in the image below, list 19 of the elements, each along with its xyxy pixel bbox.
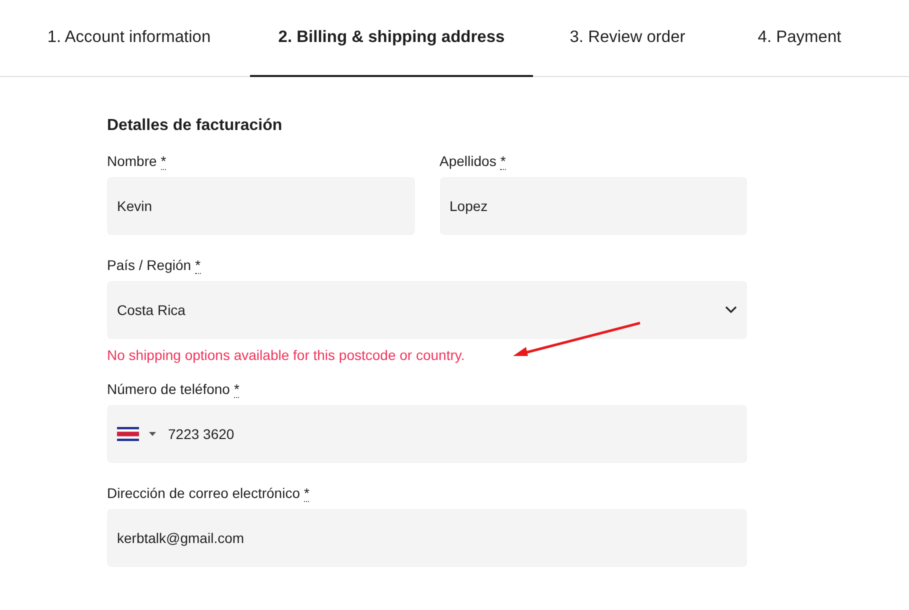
flag-icon [117,427,139,441]
error-message: No shipping options available for this postcode or country. [107,347,466,363]
step-tab[interactable]: 2. Billing & shipping address [250,0,533,77]
phone-field[interactable]: 7223 3620 [107,405,747,463]
field-label: Apellidos * [440,153,507,169]
section-heading: Detalles de facturación [107,117,284,135]
field-label: Número de teléfono * [107,381,240,397]
chevron-down-icon [725,306,737,314]
step-tab[interactable]: 1. Account information [8,0,250,77]
field-label: Nombre * [107,153,168,169]
text-field[interactable]: Lopez [440,177,747,235]
caret-down-icon[interactable] [149,432,156,436]
text-field[interactable]: kerbtalk@gmail.com [107,509,747,567]
field-label: País / Región * [107,257,202,273]
field-label: Dirección de correo electrónico * [107,485,310,501]
country-select[interactable]: Costa Rica [107,281,747,339]
step-tab[interactable]: 4. Payment [722,0,877,77]
step-tab[interactable]: 3. Review order [533,0,722,77]
text-field[interactable]: Kevin [107,177,414,235]
